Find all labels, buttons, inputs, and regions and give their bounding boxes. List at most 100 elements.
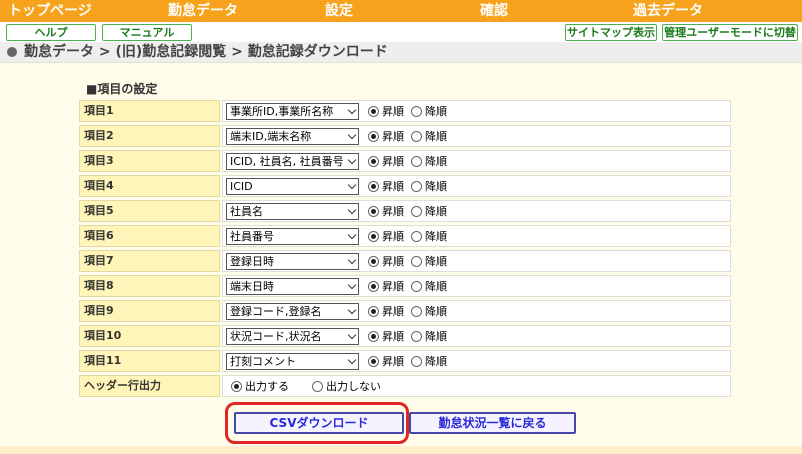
sort-desc-label: 降順 [425, 155, 447, 168]
help-button[interactable]: ヘルプ [6, 24, 96, 41]
sort-desc-radio[interactable] [411, 306, 422, 317]
sort-asc-radio[interactable] [368, 281, 379, 292]
item-label: 項目9 [79, 300, 220, 322]
sort-desc-radio[interactable] [411, 256, 422, 267]
item-select[interactable]: 端末日時 [226, 278, 359, 295]
manual-button[interactable]: マニュアル [102, 24, 192, 41]
item-select[interactable]: ICID, 社員名, 社員番号 [226, 153, 359, 170]
header-output-label: ヘッダー行出力 [79, 375, 220, 397]
sort-desc-radio[interactable] [411, 206, 422, 217]
item-select-value: 端末ID,端末名称 [230, 130, 312, 143]
item-cell: 打刻コメント 昇順 降順 [222, 350, 731, 372]
csv-download-button[interactable]: CSVダウンロード [234, 412, 404, 434]
item-select-value: 事業所ID,事業所名称 [230, 105, 334, 118]
item-cell: 登録コード,登録名 昇順 降順 [222, 300, 731, 322]
header-output-row: ヘッダー行出力 出力する 出力しない [79, 375, 731, 397]
chevron-down-icon [347, 155, 357, 165]
sort-asc-radio[interactable] [368, 131, 379, 142]
sort-asc-radio[interactable] [368, 256, 379, 267]
item-cell: 端末日時 昇順 降順 [222, 275, 731, 297]
item-label: 項目3 [79, 150, 220, 172]
item-label: 項目2 [79, 125, 220, 147]
item-select-value: 社員名 [230, 205, 263, 218]
item-select[interactable]: 社員名 [226, 203, 359, 220]
sort-desc-radio[interactable] [411, 156, 422, 167]
sort-asc-label: 昇順 [382, 355, 404, 368]
sort-asc-label: 昇順 [382, 180, 404, 193]
main-content: ■項目の設定 項目1 事業所ID,事業所名称 昇順 降順 項目2 端末ID,端末名称 昇順降… [0, 63, 802, 446]
table-row: 項目7 登録日時 昇順 降順 [79, 250, 731, 272]
sort-asc-radio[interactable] [368, 106, 379, 117]
item-cell: ICID 昇順 降順 [222, 175, 731, 197]
item-select[interactable]: 登録日時 [226, 253, 359, 270]
table-row: 項目6 社員番号 昇順 降順 [79, 225, 731, 247]
chevron-down-icon [347, 305, 357, 315]
item-cell: 社員番号 昇順 降順 [222, 225, 731, 247]
no-output-radio[interactable] [312, 381, 323, 392]
sort-asc-label: 昇順 [382, 205, 404, 218]
sort-desc-label: 降順 [425, 205, 447, 218]
sort-asc-label: 昇順 [382, 130, 404, 143]
chevron-down-icon [347, 205, 357, 215]
admin-mode-button[interactable]: 管理ユーザーモードに切替 [662, 24, 798, 41]
item-label: 項目8 [79, 275, 220, 297]
table-row: 項目8 端末日時 昇順 降順 [79, 275, 731, 297]
no-output-label: 出力しない [326, 380, 381, 393]
sort-asc-label: 昇順 [382, 255, 404, 268]
sort-asc-radio[interactable] [368, 181, 379, 192]
item-select[interactable]: 打刻コメント [226, 353, 359, 370]
sort-desc-radio[interactable] [411, 231, 422, 242]
table-row: 項目9 登録コード,登録名 昇順 降順 [79, 300, 731, 322]
sort-desc-radio[interactable] [411, 106, 422, 117]
sort-desc-radio[interactable] [411, 131, 422, 142]
item-label: 項目1 [79, 100, 220, 122]
item-select[interactable]: 社員番号 [226, 228, 359, 245]
sort-asc-radio[interactable] [368, 306, 379, 317]
item-label: 項目4 [79, 175, 220, 197]
sort-asc-radio[interactable] [368, 231, 379, 242]
breadcrumb-text: 勤怠データ > (旧)勤怠記録閲覧 > 勤怠記録ダウンロード [24, 44, 388, 60]
item-select-value: 登録日時 [230, 255, 274, 268]
nav-past-data[interactable]: 過去データ [633, 2, 703, 20]
table-row: 項目1 事業所ID,事業所名称 昇順 降順 [79, 100, 731, 122]
output-radio[interactable] [231, 381, 242, 392]
sort-desc-radio[interactable] [411, 331, 422, 342]
item-select[interactable]: 端末ID,端末名称 [226, 128, 359, 145]
item-select[interactable]: 状況コード,状況名 [226, 328, 359, 345]
chevron-down-icon [347, 355, 357, 365]
sort-desc-label: 降順 [425, 330, 447, 343]
sitemap-button[interactable]: サイトマップ表示 [565, 24, 657, 41]
item-cell: 事業所ID,事業所名称 昇順 降順 [222, 100, 731, 122]
nav-attendance-data[interactable]: 勤怠データ [168, 2, 238, 20]
sort-asc-label: 昇順 [382, 330, 404, 343]
sort-asc-radio[interactable] [368, 331, 379, 342]
sort-asc-radio[interactable] [368, 206, 379, 217]
table-row: 項目3 ICID, 社員名, 社員番号 昇順 降順 [79, 150, 731, 172]
nav-settings[interactable]: 設定 [325, 2, 353, 20]
chevron-down-icon [347, 255, 357, 265]
item-select[interactable]: 事業所ID,事業所名称 [226, 103, 359, 120]
sort-desc-radio[interactable] [411, 181, 422, 192]
bullet-icon [7, 47, 17, 57]
sort-asc-radio[interactable] [368, 156, 379, 167]
sort-asc-label: 昇順 [382, 105, 404, 118]
nav-confirm[interactable]: 確認 [480, 2, 508, 20]
nav-top-page[interactable]: トップページ [8, 2, 92, 20]
sort-asc-label: 昇順 [382, 280, 404, 293]
sort-asc-radio[interactable] [368, 356, 379, 367]
item-select[interactable]: 登録コード,登録名 [226, 303, 359, 320]
chevron-down-icon [347, 130, 357, 140]
footer-bar [0, 446, 802, 454]
item-label: 項目7 [79, 250, 220, 272]
item-label: 項目6 [79, 225, 220, 247]
item-select-value: ICID, 社員名, 社員番号 [230, 155, 344, 168]
sort-desc-radio[interactable] [411, 281, 422, 292]
item-select-value: 社員番号 [230, 230, 274, 243]
item-cell: ICID, 社員名, 社員番号 昇順 降順 [222, 150, 731, 172]
header-output-cell: 出力する 出力しない [222, 375, 731, 397]
item-select[interactable]: ICID [226, 178, 359, 195]
back-to-list-button[interactable]: 勤怠状況一覧に戻る [409, 412, 576, 434]
item-cell: 登録日時 昇順 降順 [222, 250, 731, 272]
sort-desc-radio[interactable] [411, 356, 422, 367]
item-cell: 状況コード,状況名 昇順 降順 [222, 325, 731, 347]
